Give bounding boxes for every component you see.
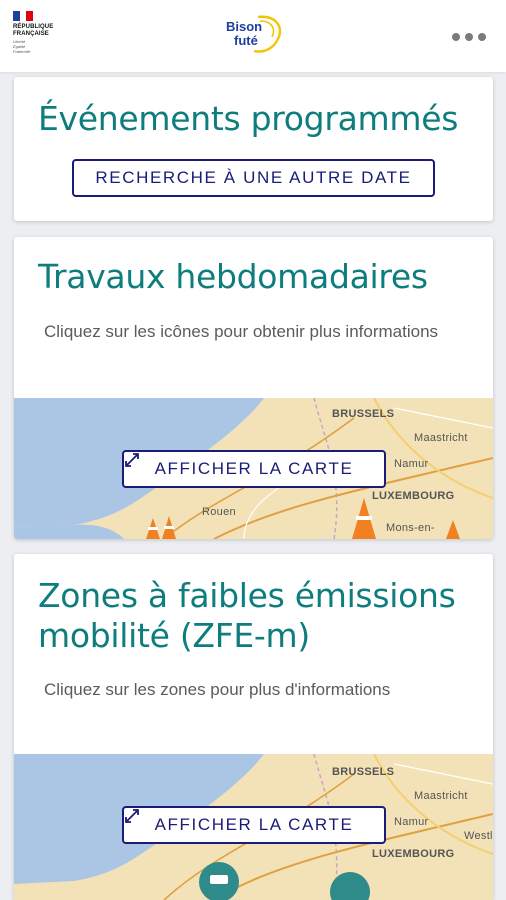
- map-label-maastricht: Maastricht: [414, 432, 468, 444]
- events-card: Événements programmés RECHERCHE À UNE AU…: [14, 77, 493, 221]
- show-zfe-map-label: AFFICHER LA CARTE: [154, 815, 354, 834]
- zfe-map-label-maastricht: Maastricht: [414, 790, 468, 802]
- zfe-map-label-namur: Namur: [394, 816, 429, 828]
- weekly-works-description: Cliquez sur les icônes pour obtenir plus…: [44, 322, 439, 341]
- zfe-title-line2: mobilité (ZFE-m): [38, 616, 310, 655]
- zfe-description: Cliquez sur les zones pour plus d'inform…: [44, 680, 391, 699]
- map-label-mons: Mons-en-: [386, 522, 435, 534]
- map-label-rouen: Rouen: [202, 506, 236, 518]
- republic-line1: RÉPUBLIQUE: [13, 24, 54, 30]
- zfe-title-line1: Zones à faibles émissions: [38, 576, 456, 615]
- french-flag-icon: [13, 11, 34, 21]
- show-works-map-label: AFFICHER LA CARTE: [154, 459, 354, 478]
- zfe-card: Zones à faibles émissions mobilité (ZFE-…: [14, 554, 493, 900]
- weekly-works-card: Travaux hebdomadaires Cliquez sur les ic…: [14, 237, 493, 539]
- expand-icon: [125, 453, 139, 467]
- search-other-date-button[interactable]: RECHERCHE À UNE AUTRE DATE: [72, 159, 435, 197]
- zfe-map[interactable]: BRUSSELS Maastricht Namur LUXEMBOURG Wes…: [14, 754, 493, 900]
- app-logo-line2: futé: [234, 33, 258, 48]
- app-header: RÉPUBLIQUE FRANÇAISE Liberté Égalité Fra…: [0, 0, 506, 72]
- expand-icon: [125, 809, 139, 823]
- republic-line2: FRANÇAISE: [13, 31, 49, 37]
- bison-fute-logo[interactable]: Bison futé: [224, 13, 286, 55]
- republique-francaise-logo: RÉPUBLIQUE FRANÇAISE Liberté Égalité Fra…: [13, 11, 73, 54]
- map-label-namur: Namur: [394, 458, 429, 470]
- weekly-works-title: Travaux hebdomadaires: [38, 257, 428, 296]
- show-works-map-button[interactable]: AFFICHER LA CARTE: [122, 450, 386, 488]
- show-zfe-map-button[interactable]: AFFICHER LA CARTE: [122, 806, 386, 844]
- zfe-map-label-brussels: BRUSSELS: [332, 766, 395, 778]
- events-title: Événements programmés: [38, 99, 459, 138]
- map-label-brussels: BRUSSELS: [332, 408, 395, 420]
- zfe-map-label-luxembourg: LUXEMBOURG: [372, 848, 455, 860]
- map-label-luxembourg: LUXEMBOURG: [372, 490, 455, 502]
- more-options-icon[interactable]: [452, 30, 492, 44]
- search-other-date-label: RECHERCHE À UNE AUTRE DATE: [95, 168, 412, 187]
- zfe-map-label-west: Westl: [464, 830, 493, 842]
- weekly-works-map[interactable]: BRUSSELS Maastricht Namur LUXEMBOURG Rou…: [14, 398, 493, 539]
- republic-motto: Liberté Égalité Fraternité: [13, 39, 31, 54]
- app-logo-line1: Bison: [226, 19, 263, 34]
- zfe-title: Zones à faibles émissions mobilité (ZFE-…: [38, 576, 456, 656]
